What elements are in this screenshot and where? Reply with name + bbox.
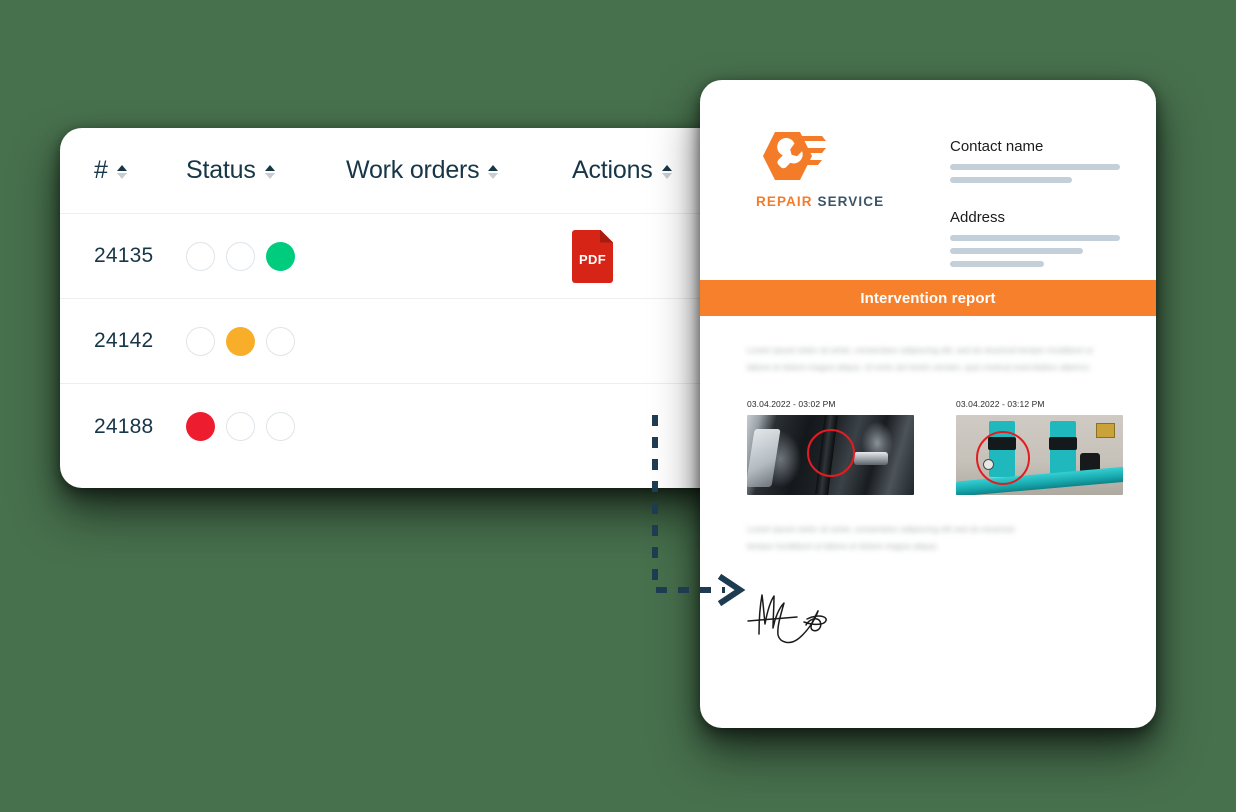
status-dot[interactable] [266, 326, 295, 356]
table-row[interactable]: 24142 [60, 299, 728, 384]
brand-wordmark: REPAIR SERVICE [756, 194, 926, 209]
cell-status[interactable] [186, 241, 346, 271]
status-dot[interactable] [266, 412, 295, 441]
photo-detail [1048, 436, 1077, 450]
photo-timestamp: 03.04.2022 - 03:02 PM [747, 398, 836, 409]
sort-ascending-icon [264, 165, 275, 171]
canvas: # Status Work orders Actions 24135 PDF 2… [0, 0, 1236, 812]
signature-block [700, 556, 1156, 653]
cell-status[interactable] [186, 326, 346, 356]
column-header-actions-label: Actions [572, 156, 653, 184]
status-dot[interactable] [186, 326, 215, 356]
sort-ascending-icon [488, 165, 499, 171]
intervention-report-banner-title: Intervention report [860, 289, 996, 307]
column-header-number[interactable]: # [94, 156, 186, 185]
photo-timestamp: 03.04.2022 - 03:12 PM [956, 398, 1045, 409]
column-header-status[interactable]: Status [186, 156, 346, 185]
report-photo-gallery: 03.04.2022 - 03:02 PM 03.04.2022 - 03:12… [700, 377, 1156, 495]
sort-descending-icon [116, 173, 127, 179]
pdf-label: PDF [579, 251, 606, 267]
brand-word-repair: REPAIR [756, 194, 813, 209]
cell-status[interactable] [186, 412, 346, 441]
work-orders-table-card: # Status Work orders Actions 24135 PDF 2… [60, 128, 728, 488]
dashed-path [652, 415, 725, 593]
cell-order-number: 24135 [94, 244, 154, 267]
field-contact-name-label: Contact name [950, 138, 1044, 155]
brand-word-service: SERVICE [817, 194, 885, 209]
wrench-speed-hexagon-logo [763, 132, 826, 180]
field-contact-name-value [950, 164, 1120, 183]
column-header-work-orders-label: Work orders [346, 156, 480, 184]
report-header: REPAIR SERVICE Contact name Address [700, 80, 1156, 280]
red-circle-annotation-icon [976, 430, 1030, 485]
sort-toggle-number-icon[interactable] [116, 162, 127, 179]
report-intro-text: Lorem ipsum dolor sit amet, consectetur … [747, 345, 1093, 373]
sort-toggle-actions-icon[interactable] [661, 162, 672, 179]
field-address-value [950, 235, 1120, 267]
status-dot-active-amber[interactable] [226, 326, 255, 356]
sort-toggle-work-orders-icon[interactable] [488, 162, 499, 179]
column-header-status-label: Status [186, 156, 256, 184]
sort-ascending-icon [116, 165, 127, 171]
sort-ascending-icon [661, 165, 672, 171]
status-dot[interactable] [226, 241, 255, 271]
status-dot-active-green[interactable] [266, 241, 295, 271]
intervention-report-card: REPAIR SERVICE Contact name Address Inte… [700, 80, 1156, 728]
column-header-number-label: # [94, 156, 108, 184]
report-fields: Contact name Address [950, 122, 1120, 280]
column-header-work-orders[interactable]: Work orders [346, 156, 572, 185]
dashed-flow-arrow [652, 415, 746, 607]
status-dot[interactable] [186, 241, 215, 271]
cell-order-number: 24142 [94, 329, 154, 352]
engine-bay-photo[interactable] [747, 414, 914, 495]
pdf-file-icon[interactable]: PDF [572, 229, 613, 283]
cell-order-number: 24188 [94, 414, 154, 438]
field-address: Address [950, 209, 1120, 267]
industrial-pumps-photo[interactable] [956, 414, 1123, 495]
table-row[interactable]: 24188 [60, 384, 728, 469]
sort-descending-icon [488, 173, 499, 179]
photo-entry: 03.04.2022 - 03:12 PM [956, 399, 1123, 495]
table-row[interactable]: 24135 PDF [60, 214, 728, 299]
placeholder-bar [950, 164, 1120, 170]
placeholder-bar [950, 261, 1044, 267]
field-contact-name: Contact name [950, 138, 1120, 183]
sort-toggle-status-icon[interactable] [264, 162, 275, 179]
red-circle-annotation-icon [807, 428, 855, 477]
photo-detail [1095, 422, 1115, 438]
report-closing-text: Lorem ipsum dolor sit amet, consectetur … [747, 523, 1014, 552]
status-dot[interactable] [226, 412, 255, 441]
status-dot-active-red[interactable] [186, 412, 215, 441]
sort-descending-icon [264, 173, 275, 179]
placeholder-bar [950, 248, 1083, 254]
placeholder-bar [950, 235, 1120, 241]
handwritten-signature [747, 593, 827, 643]
photo-detail [853, 451, 888, 465]
photo-entry: 03.04.2022 - 03:02 PM [747, 399, 914, 495]
table-header-row: # Status Work orders Actions [60, 128, 728, 214]
field-address-label: Address [950, 209, 1006, 226]
placeholder-bar [950, 177, 1073, 183]
intervention-report-banner: Intervention report [700, 280, 1156, 316]
sort-descending-icon [661, 173, 672, 179]
brand-block: REPAIR SERVICE [756, 122, 926, 280]
